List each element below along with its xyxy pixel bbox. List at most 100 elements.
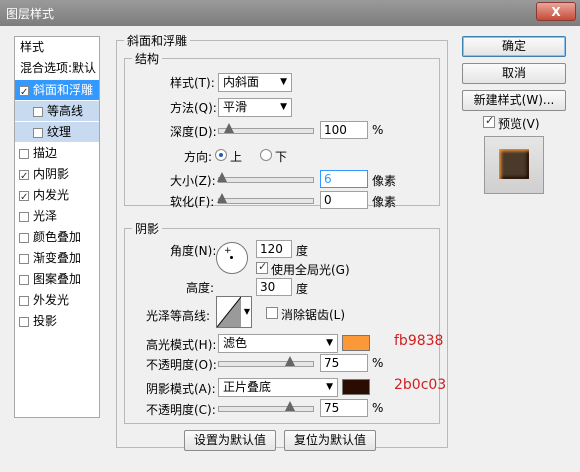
shadow-mode-value: 正片叠底 [223, 380, 272, 394]
altitude-input[interactable]: 30 [256, 278, 292, 296]
depth-label: 深度(D): [170, 125, 217, 139]
technique-select-value: 平滑 [223, 100, 248, 114]
list-item-drop-shadow[interactable]: 投影 [15, 311, 99, 331]
checkbox-inner-shadow[interactable] [19, 167, 29, 184]
ok-button[interactable]: 确定 [462, 36, 566, 57]
highlight-opacity-label: 不透明度(O): [146, 358, 217, 372]
list-item-contour[interactable]: 等高线 [15, 101, 99, 121]
technique-select[interactable]: 平滑 ▼ [218, 98, 292, 117]
list-item-label: 内发光 [33, 188, 70, 202]
list-item-label: 纹理 [47, 125, 72, 139]
highlight-opacity-thumb[interactable] [285, 356, 295, 366]
angle-unit: 度 [296, 244, 309, 258]
soften-slider-thumb[interactable] [217, 193, 227, 203]
list-item-inner-shadow[interactable]: 内阴影 [15, 164, 99, 184]
highlight-mode-select[interactable]: 滤色 ▼ [218, 334, 338, 353]
new-style-button[interactable]: 新建样式(W)... [462, 90, 566, 111]
contour-preview-icon [217, 297, 241, 327]
crosshair-icon: + [224, 246, 232, 256]
list-item-label: 渐变叠加 [33, 251, 82, 265]
checkbox-satin[interactable] [19, 211, 29, 222]
direction-down-label: 下 [275, 150, 288, 164]
direction-up-radio[interactable] [215, 149, 227, 161]
soften-input[interactable]: 0 [320, 191, 368, 209]
checkbox-bevel-emboss[interactable] [19, 83, 29, 100]
angle-dial-center [230, 256, 233, 259]
global-light-checkbox[interactable] [256, 260, 268, 274]
checkbox-outer-glow[interactable] [19, 295, 29, 306]
shadow-opacity-thumb[interactable] [285, 401, 295, 411]
chevron-down-icon[interactable]: ▼ [244, 307, 250, 316]
shadow-opacity-input[interactable]: 75 [320, 399, 368, 417]
highlight-opacity-slider[interactable] [218, 356, 314, 367]
highlight-opacity-unit: % [372, 356, 384, 370]
list-item-label: 图案叠加 [33, 272, 82, 286]
angle-input[interactable]: 120 [256, 240, 292, 258]
reset-default-button[interactable]: 复位为默认值 [284, 430, 376, 451]
list-item-color-overlay[interactable]: 颜色叠加 [15, 227, 99, 247]
preview-label: 预览(V) [498, 117, 540, 131]
list-item-pattern-overlay[interactable]: 图案叠加 [15, 269, 99, 289]
shadow-opacity-label: 不透明度(C): [146, 403, 216, 417]
checkbox-stroke[interactable] [19, 148, 29, 159]
angle-dial[interactable]: + [216, 242, 248, 274]
checkbox-pattern-overlay[interactable] [19, 274, 29, 285]
style-select[interactable]: 内斜面 ▼ [218, 73, 292, 92]
title-bar: 图层样式 X [0, 0, 580, 26]
highlight-color-swatch[interactable] [342, 335, 370, 351]
size-input[interactable]: 6 [320, 170, 368, 188]
technique-label: 方法(Q): [170, 101, 217, 115]
style-select-value: 内斜面 [223, 75, 260, 89]
shadow-opacity-unit: % [372, 401, 384, 415]
preview-checkbox[interactable] [483, 114, 495, 128]
shadow-color-swatch[interactable] [342, 379, 370, 395]
checkbox-drop-shadow[interactable] [19, 316, 29, 327]
make-default-button[interactable]: 设置为默认值 [184, 430, 276, 451]
direction-up-label: 上 [230, 150, 243, 164]
shadow-mode-label: 阴影模式(A): [146, 382, 216, 396]
layer-style-dialog: 样式 混合选项:默认 斜面和浮雕 等高线 纹理 描边 内阴影 内发光 光泽 颜色… [0, 26, 580, 472]
checkbox-texture[interactable] [33, 127, 43, 138]
size-unit: 像素 [372, 174, 397, 188]
shadow-mode-select[interactable]: 正片叠底 ▼ [218, 378, 338, 397]
checkbox-contour[interactable] [33, 106, 43, 117]
chevron-down-icon: ▼ [326, 382, 333, 392]
checkbox-gradient-overlay[interactable] [19, 253, 29, 264]
depth-slider[interactable] [218, 123, 314, 134]
list-item-stroke[interactable]: 描边 [15, 143, 99, 163]
highlight-opacity-input[interactable]: 75 [320, 354, 368, 372]
soften-slider[interactable] [217, 193, 314, 204]
antialias-checkbox[interactable] [266, 307, 278, 319]
checkbox-inner-glow[interactable] [19, 188, 29, 205]
list-item-inner-glow[interactable]: 内发光 [15, 185, 99, 205]
list-item-label: 光泽 [33, 209, 58, 223]
list-item-bevel-emboss[interactable]: 斜面和浮雕 [15, 80, 99, 100]
shadow-color-annotation: 2b0c03 [394, 377, 447, 393]
size-slider[interactable] [217, 172, 314, 183]
size-slider-thumb[interactable] [217, 172, 227, 182]
list-item-texture[interactable]: 纹理 [15, 122, 99, 142]
list-item-label: 内阴影 [33, 167, 70, 181]
altitude-unit: 度 [296, 282, 309, 296]
style-label: 样式(T): [170, 76, 215, 90]
depth-slider-thumb[interactable] [224, 123, 234, 133]
soften-label: 软化(F): [170, 195, 215, 209]
styles-list: 样式 混合选项:默认 斜面和浮雕 等高线 纹理 描边 内阴影 内发光 光泽 颜色… [14, 36, 100, 418]
list-item-label: 等高线 [47, 104, 84, 118]
depth-input[interactable]: 100 [320, 121, 368, 139]
direction-label: 方向: [184, 150, 213, 164]
highlight-color-annotation: fb9838 [394, 333, 444, 349]
shadow-opacity-slider[interactable] [218, 401, 314, 412]
blending-options-item[interactable]: 混合选项:默认 [15, 58, 104, 78]
close-button[interactable]: X [536, 2, 576, 21]
list-item-satin[interactable]: 光泽 [15, 206, 99, 226]
list-item-label: 颜色叠加 [33, 230, 82, 244]
list-item-outer-glow[interactable]: 外发光 [15, 290, 99, 310]
styles-header[interactable]: 样式 [15, 37, 104, 57]
list-item-gradient-overlay[interactable]: 渐变叠加 [15, 248, 99, 268]
cancel-button[interactable]: 取消 [462, 63, 566, 84]
gloss-contour-picker[interactable]: ▼ [216, 296, 252, 328]
direction-down-radio[interactable] [260, 149, 272, 161]
checkbox-color-overlay[interactable] [19, 232, 29, 243]
angle-label: 角度(N): [170, 244, 217, 258]
